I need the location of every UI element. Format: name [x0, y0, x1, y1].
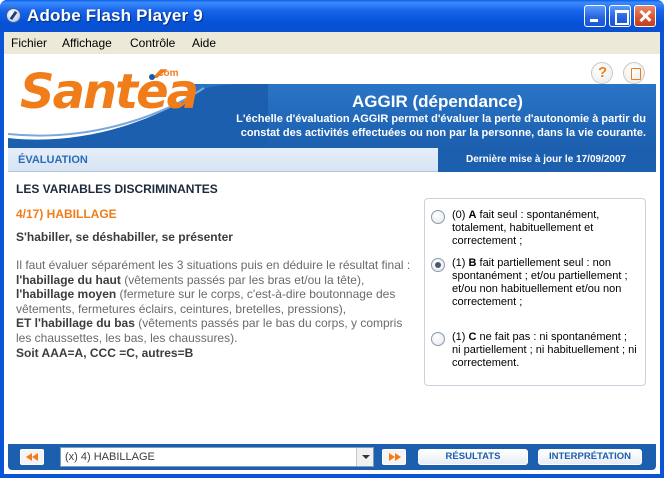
- item-subtitle: S'habiller, se déshabiller, se présenter: [16, 230, 233, 244]
- logo-dot: [149, 74, 155, 80]
- next-button[interactable]: [382, 449, 406, 465]
- radio-c[interactable]: [431, 332, 445, 346]
- flash-player-icon: [6, 8, 21, 23]
- option-b-text: fait partiellement seul : non spontanéme…: [452, 257, 628, 308]
- question-select-value: (x) 4) HABILLAGE: [65, 451, 155, 463]
- title-bar[interactable]: Adobe Flash Player 9: [0, 0, 664, 32]
- interpretation-button[interactable]: INTERPRÉTATION: [538, 449, 642, 465]
- menu-controle[interactable]: Contrôle: [130, 36, 175, 50]
- habillage-moyen-label: l'habillage moyen: [16, 287, 117, 302]
- item-title: 4/17) HABILLAGE: [16, 207, 117, 221]
- flash-content: Santéa com AGGIR (dépendance) L'échelle …: [4, 54, 660, 474]
- question-select[interactable]: (x) 4) HABILLAGE: [60, 447, 374, 467]
- page-title: AGGIR (dépendance): [352, 92, 523, 111]
- result-rule: Soit AAA=A, CCC =C, autres=B: [16, 345, 194, 360]
- section-heading: LES VARIABLES DISCRIMINANTES: [16, 182, 218, 196]
- habillage-haut-text: (vêtements passés par les bras et/ou la …: [120, 272, 365, 287]
- header-banner: Santéa com AGGIR (dépendance) L'échelle …: [8, 58, 656, 172]
- habillage-haut-label: l'habillage du haut: [16, 272, 121, 287]
- option-a-score: (0): [452, 209, 469, 221]
- item-explanation: Il faut évaluer séparément les 3 situati…: [16, 258, 420, 360]
- option-b-score: (1): [452, 257, 469, 269]
- chevron-down-icon[interactable]: [356, 448, 373, 466]
- intro-text: Il faut évaluer séparément les 3 situati…: [16, 258, 411, 272]
- section-label: ÉVALUATION: [18, 154, 88, 166]
- option-c-score: (1): [452, 331, 469, 343]
- radio-b[interactable]: [431, 258, 445, 272]
- app-window: Adobe Flash Player 9 Fichier Affichage C…: [0, 0, 664, 478]
- answer-options: (0) A fait seul : spontanément, totaleme…: [424, 198, 646, 386]
- navigation-bar: (x) 4) HABILLAGE RÉSULTATS INTERPRÉTATIO…: [8, 444, 656, 470]
- page-description: L'échelle d'évaluation AGGIR permet d'év…: [236, 113, 646, 139]
- document-icon[interactable]: [623, 62, 645, 84]
- results-button[interactable]: RÉSULTATS: [418, 449, 528, 465]
- radio-a[interactable]: [431, 210, 445, 224]
- option-c-text: ne fait pas : ni spontanément ; ni parti…: [452, 331, 637, 369]
- maximize-button[interactable]: [609, 5, 631, 27]
- last-update-text: Dernière mise à jour le 17/09/2007: [466, 154, 627, 165]
- close-button[interactable]: [634, 5, 656, 27]
- menu-affichage[interactable]: Affichage: [62, 36, 112, 50]
- habillage-bas-label: ET l'habillage du bas: [16, 316, 135, 331]
- menu-aide[interactable]: Aide: [192, 36, 216, 50]
- menu-fichier[interactable]: Fichier: [11, 36, 47, 50]
- previous-button[interactable]: [20, 449, 44, 465]
- window-title: Adobe Flash Player 9: [27, 6, 203, 25]
- minimize-button[interactable]: [584, 5, 606, 27]
- help-icon[interactable]: ?: [591, 62, 613, 84]
- menu-bar: Fichier Affichage Contrôle Aide: [4, 32, 660, 54]
- logo-suffix: com: [158, 68, 179, 79]
